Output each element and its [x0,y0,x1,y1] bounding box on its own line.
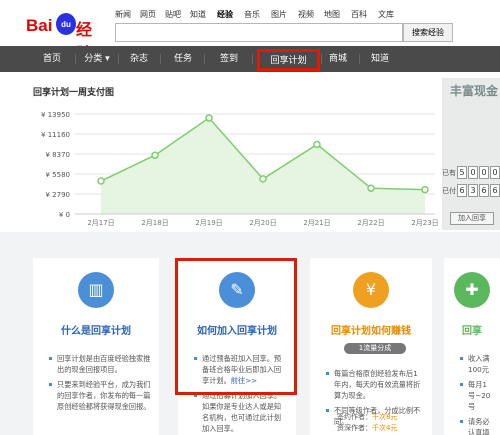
nav-item[interactable]: 签到 [207,46,251,72]
y-tick-label: ¥ 13950 [41,111,70,119]
product-link[interactable]: 文库 [378,9,394,20]
card-title[interactable]: 回享 [444,322,500,337]
info-card: ✚ 回享收入满100元每月1号~20号请务必认真填写 [444,258,500,435]
nav-divider [75,54,76,64]
product-link[interactable]: 经验 [217,9,233,20]
top-search-bar: Bai du 经验 新闻网页贴吧知道经验音乐图片视频地图百科文库 搜索经验 [0,0,500,63]
data-point [367,184,375,192]
card-paragraph: 回享计划是由百度经验独家推出的现金回报项目。 [49,353,151,375]
counter-digit: 5 [457,166,467,179]
search-input[interactable] [115,23,403,42]
promo-row1-label: 已有 [442,169,456,177]
nav-item[interactable]: 分类 ▾ [77,46,117,72]
rate-value: 千次8元 [372,413,398,421]
payment-chart: ¥ 13950 ¥ 11160 ¥ 8370 ¥ 5580 ¥ 2790 ¥ 0 2月17日… [41,111,438,227]
card-paragraph: 收入满100元 [460,353,492,375]
nav-divider [252,54,253,64]
x-tick-label: 2月17日 [87,219,114,227]
x-tick-label: 2月19日 [195,219,222,227]
nav-item[interactable]: 任务 [163,46,203,72]
nav-item[interactable]: 商城 [318,46,358,72]
nav-item[interactable]: 杂志 [119,46,159,72]
product-link[interactable]: 网页 [140,9,156,20]
card-paragraph: 通过招募计划加入回享。如果你是专业达人或是知名机构，也可通过此计划加入回享。 [194,390,288,434]
promo-panel: 丰富现金 已有 已付 加入回享 50006366 [442,78,500,230]
product-link[interactable]: 贴吧 [165,9,181,20]
card-paragraph: 只要来到经验平台，成为我们的回享作者，你发布的每一篇原创经验都将获得现金回报。 [49,379,151,412]
gift-icon: ✚ [454,272,490,308]
x-tick-label: 2月18日 [141,219,168,227]
product-link[interactable]: 知道 [190,9,206,20]
product-link[interactable]: 音乐 [244,9,260,20]
card-title[interactable]: 回享计划如何赚钱 [310,322,432,337]
x-tick-label: 2月21日 [303,219,330,227]
paw-icon: du [56,13,76,35]
card-paragraph: 每月1号~20号 [460,379,492,412]
rate-label: 资深作者： [337,424,372,432]
promo-row2-label: 已付 [442,187,456,195]
data-point [313,140,321,149]
series-area [101,117,425,214]
nav-item[interactable]: 知道 [357,46,403,72]
rate-row: 资深作者：千次4元 [337,423,397,433]
x-tick-label: 2月20日 [249,219,276,227]
rate-row: 签约作者：千次8元 [337,412,397,422]
product-link[interactable]: 百科 [351,9,367,20]
y-tick-label: ¥ 11160 [41,131,70,139]
card-body: 收入满100元每月1号~20号请务必认真填写 [460,353,492,435]
card-body: 回享计划是由百度经验独家推出的现金回报项目。只要来到经验平台，成为我们的回享作者… [49,353,151,416]
nav-divider [204,54,205,64]
product-link[interactable]: 新闻 [115,9,131,20]
revenue-pill: 1流量分成 [344,343,406,354]
counter-digit: 0 [468,166,478,179]
book-icon: ▥ [78,272,114,308]
nav-item[interactable]: 回享计划 [257,49,320,71]
card-title[interactable]: 什么是回享计划 [33,322,159,337]
x-tick-label: 2月22日 [357,219,384,227]
y-tick-label: ¥ 2790 [46,191,71,199]
counter-digit: 0 [479,166,489,179]
join-button[interactable]: 加入回享 [450,212,494,225]
counter-digit: 6 [490,184,500,197]
main-nav: 首页 分类 ▾ 杂志 任务 签到 回享计划 商城 知道 [0,46,500,72]
data-point [205,114,213,122]
product-link[interactable]: 视频 [298,9,314,20]
rate-label: 签约作者： [337,413,372,421]
promo-headline: 丰富现金 [450,84,499,98]
rate-value: 千次4元 [372,424,398,432]
y-tick-label: ¥ 0 [59,211,70,219]
logo-text: Bai [26,16,53,35]
info-card: ▥ 什么是回享计划回享计划是由百度经验独家推出的现金回报项目。只要来到经验平台，成… [33,258,159,435]
chart-title: 回享计划一周支付图 [33,88,115,98]
money-icon: ¥ [353,272,389,308]
product-link[interactable]: 图片 [271,9,287,20]
nav-divider [160,54,161,64]
counter-digit: 6 [479,184,489,197]
data-point [259,175,267,183]
baidu-logo[interactable]: Bai du 经验 [26,12,101,63]
search-button[interactable]: 搜索经验 [403,23,453,42]
highlight-box [175,258,297,395]
counter-digit: 3 [468,184,478,197]
data-point [97,177,105,185]
counter-digit: 0 [490,166,500,179]
card-paragraph: 每篇合格原创经验发布后1年内，每天的有效流量将折算为现金。 [326,368,424,401]
data-point [151,151,159,159]
counter-digit: 6 [457,184,467,197]
y-tick-label: ¥ 5580 [46,171,71,179]
product-link[interactable]: 地图 [324,9,340,20]
data-point [421,185,429,194]
x-tick-label: 2月23日 [411,219,438,227]
y-tick-label: ¥ 8370 [46,151,71,159]
nav-item[interactable]: 首页 [30,46,74,72]
card-paragraph: 请务必认真填写 [460,416,492,435]
